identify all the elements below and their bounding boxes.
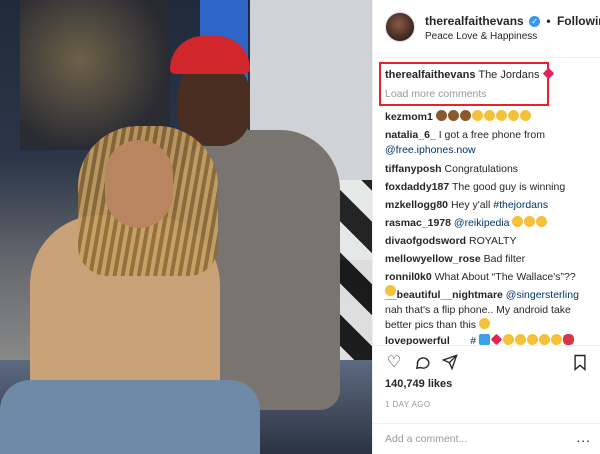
heart-emoji-icon	[490, 333, 503, 345]
heart-eyes-emoji-icon	[483, 110, 495, 121]
comment-username[interactable]: __beautiful__nightmare	[385, 289, 503, 301]
comment-username[interactable]: kezmom1	[385, 111, 433, 123]
comment-username[interactable]: mzkellogg80	[385, 199, 448, 211]
comment-username[interactable]: rasmac_1978	[385, 217, 451, 229]
muscle-emoji-icon	[435, 110, 447, 121]
comment-item: kezmom1	[385, 110, 590, 125]
jeans	[0, 380, 260, 454]
heart-eyes-emoji-icon	[550, 334, 562, 345]
lips-emoji-icon	[562, 334, 574, 345]
add-comment-section: ...	[373, 423, 600, 454]
comment-text: Congratulations	[444, 163, 519, 175]
heart-eyes-emoji-icon	[538, 334, 550, 345]
kiss-emoji-icon	[526, 334, 538, 345]
heart-eyes-emoji-icon	[502, 334, 514, 345]
comment-username[interactable]: ronnil0k0	[385, 271, 432, 283]
post-caption: therealfaithevans The Jordans	[385, 67, 555, 81]
comment-text: I got a free phone from	[438, 129, 545, 141]
more-options-icon[interactable]: ...	[576, 429, 591, 445]
blue-emoji-icon	[478, 334, 490, 345]
comment-text: nah that's a flip phone.. My android tak…	[385, 304, 571, 331]
comment-item: lovepowerful___ #	[385, 333, 590, 345]
comment-item: foxdaddy187 The good guy is winning	[385, 180, 590, 195]
mention-link[interactable]: @free.iphones.now	[385, 144, 476, 156]
mention-link[interactable]: @reikipedia	[454, 217, 510, 229]
avatar[interactable]	[385, 12, 415, 42]
comment-icon[interactable]	[413, 354, 431, 372]
laughing-emoji-icon	[512, 216, 524, 227]
laughing-emoji-icon	[536, 216, 548, 227]
caption-text: The Jordans	[478, 69, 540, 81]
share-icon[interactable]	[441, 354, 459, 372]
comment-username[interactable]: tiffanyposh	[385, 163, 442, 175]
post-timestamp: 1 DAY AGO	[385, 400, 431, 409]
post-sidebar: therealfaithevans ✓ • Following Peace Lo…	[372, 0, 600, 454]
add-comment-input[interactable]	[385, 431, 545, 447]
verified-icon: ✓	[529, 16, 541, 28]
hashtag-link[interactable]: #thejordans	[493, 199, 548, 211]
comment-item: natalia_6_ I got a free phone from @free…	[385, 128, 590, 158]
heart-eyes-emoji-icon	[471, 110, 483, 121]
header-username[interactable]: therealfaithevans	[425, 14, 524, 28]
muscle-emoji-icon	[447, 110, 459, 121]
comment-item: divaofgodsword ROYALTY	[385, 234, 590, 249]
comment-item: tiffanyposh Congratulations	[385, 162, 590, 177]
comments-list: therealfaithevans The Jordans Load more …	[373, 58, 600, 345]
comment-username[interactable]: lovepowerful___	[385, 335, 467, 345]
comment-text: The good guy is winning	[451, 181, 566, 193]
bookmark-icon[interactable]	[571, 354, 589, 372]
post-header: therealfaithevans ✓ • Following Peace Lo…	[373, 0, 600, 58]
comment-username[interactable]: divaofgodsword	[385, 235, 466, 247]
post-photo[interactable]	[0, 0, 372, 454]
following-button[interactable]: Following	[557, 14, 600, 28]
separator-dot: •	[546, 14, 551, 28]
laughing-emoji-icon	[478, 318, 490, 329]
likes-count[interactable]: 140,749 likes	[385, 378, 452, 390]
hashtag-link[interactable]: #	[470, 335, 476, 345]
heart-icon[interactable]: ♡	[385, 354, 403, 372]
heart-eyes-emoji-icon	[514, 334, 526, 345]
laughing-emoji-icon	[524, 216, 536, 227]
comment-item: rasmac_1978 @reikipedia	[385, 216, 590, 231]
comment-item: mellowyellow_rose Bad filter	[385, 252, 590, 267]
mention-link[interactable]: @singersterling	[506, 289, 579, 301]
heart-eyes-emoji-icon	[519, 110, 531, 121]
action-bar: ♡	[373, 345, 600, 375]
header-username-row: therealfaithevans ✓ • Following	[425, 14, 600, 28]
comment-text: Hey y'all	[450, 199, 491, 211]
comment-username[interactable]: foxdaddy187	[385, 181, 449, 193]
caption-username[interactable]: therealfaithevans	[385, 69, 475, 81]
comment-text: Bad filter	[483, 253, 526, 265]
heart-eyes-emoji-icon	[495, 110, 507, 121]
comment-username[interactable]: mellowyellow_rose	[385, 253, 481, 265]
muscle-emoji-icon	[459, 110, 471, 121]
heart-emoji-icon	[542, 67, 554, 80]
load-more-comments[interactable]: Load more comments	[385, 88, 487, 100]
comment-text: ROYALTY	[469, 235, 517, 247]
woman-head	[105, 140, 173, 228]
heart-eyes-emoji-icon	[507, 110, 519, 121]
comment-text: What About “The Wallace's”??	[434, 271, 576, 283]
header-subtitle: Peace Love & Happiness	[425, 31, 538, 42]
comment-username[interactable]: natalia_6_	[385, 129, 436, 141]
comment-item: __beautiful__nightmare @singersterling n…	[385, 288, 590, 333]
comment-item: mzkellogg80 Hey y'all #thejordans	[385, 198, 590, 213]
